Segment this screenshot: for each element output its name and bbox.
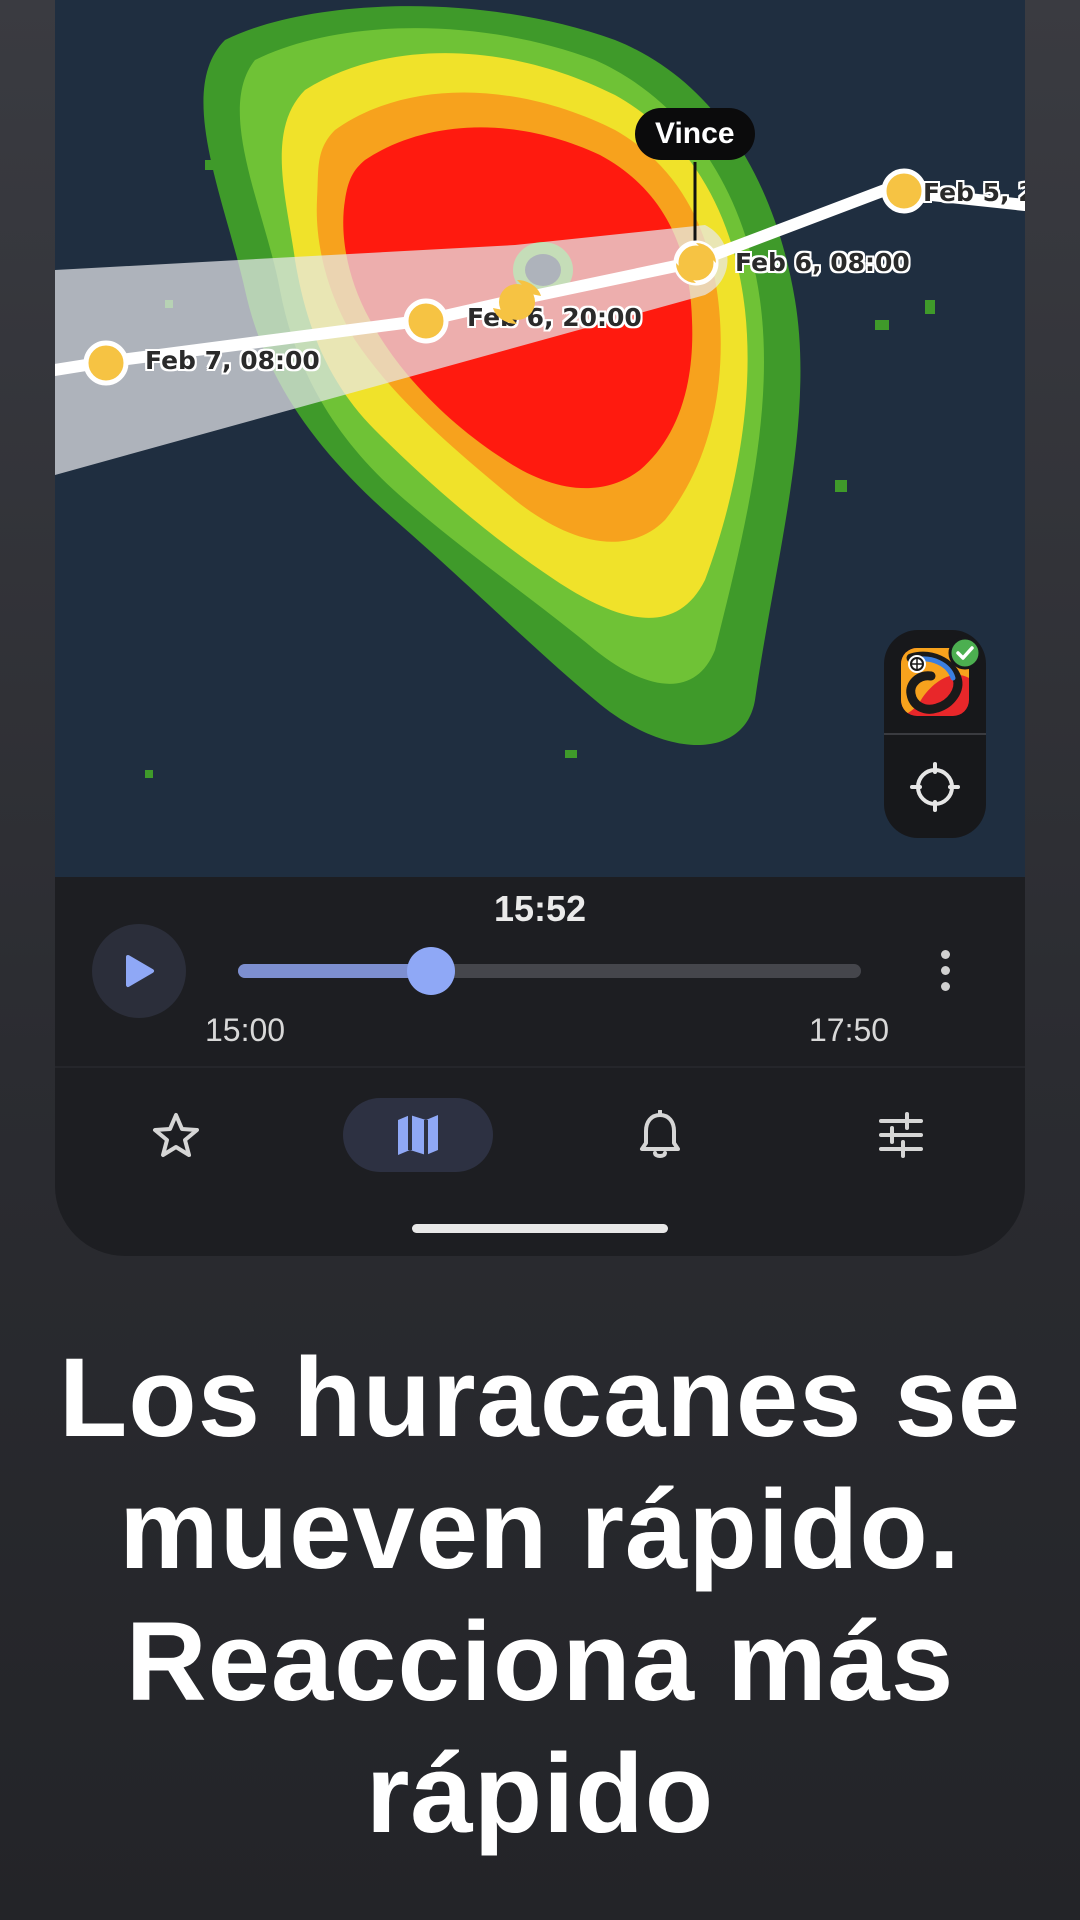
nav-alerts[interactable] (585, 1098, 735, 1172)
timeline-slider[interactable] (238, 947, 861, 995)
nav-favorites[interactable] (101, 1098, 251, 1172)
settings-sliders-icon (879, 1112, 923, 1158)
timeline-thumb[interactable] (407, 947, 456, 995)
play-icon (126, 955, 154, 987)
play-button[interactable] (92, 924, 186, 1018)
storm-map[interactable]: Feb 5, 2 Feb 6, 08:00 Feb 6, 20:00 Feb 7… (55, 0, 1025, 877)
map-icon (398, 1115, 438, 1155)
more-vertical-icon[interactable] (935, 950, 955, 996)
map-controls (884, 630, 986, 838)
track-point-feb6-2000[interactable] (403, 298, 449, 344)
timeline-end-time: 17:50 (809, 1012, 890, 1048)
storm-current-icon[interactable] (671, 238, 721, 288)
timeline-progress (238, 964, 432, 978)
crosshair-icon[interactable] (910, 762, 960, 812)
home-indicator[interactable] (412, 1224, 668, 1233)
verified-check-icon (948, 636, 982, 670)
track-label-feb5: Feb 5, 2 (923, 178, 1025, 207)
phone-frame: Feb 5, 2 Feb 6, 08:00 Feb 6, 20:00 Feb 7… (55, 0, 1025, 1256)
nav-settings[interactable] (826, 1098, 976, 1172)
headline-line-2: mueven rápido. (119, 1467, 961, 1592)
controls-divider (884, 733, 986, 735)
nav-map[interactable] (343, 1098, 493, 1172)
storm-name-tag[interactable]: Vince (635, 108, 755, 160)
track-label-feb7: Feb 7, 08:00 (145, 346, 320, 375)
hurricane-symbol-icon (493, 280, 541, 324)
track-point-feb5[interactable] (881, 168, 927, 214)
bell-icon (640, 1110, 680, 1158)
headline-line-1: Los huracanes se (58, 1335, 1022, 1460)
current-time: 15:52 (493, 888, 587, 929)
star-icon (153, 1113, 199, 1157)
track-label-feb6-0800: Feb 6, 08:00 (735, 248, 910, 277)
timeline-start-time: 15:00 (205, 1012, 286, 1048)
track-point-feb7[interactable] (83, 340, 129, 386)
headline-line-4: rápido (365, 1731, 715, 1856)
promo-headline: Los huracanes se mueven rápido. Reaccion… (40, 1332, 1040, 1860)
radar-overlay (55, 6, 1025, 778)
headline-line-3: Reacciona más (125, 1599, 955, 1724)
